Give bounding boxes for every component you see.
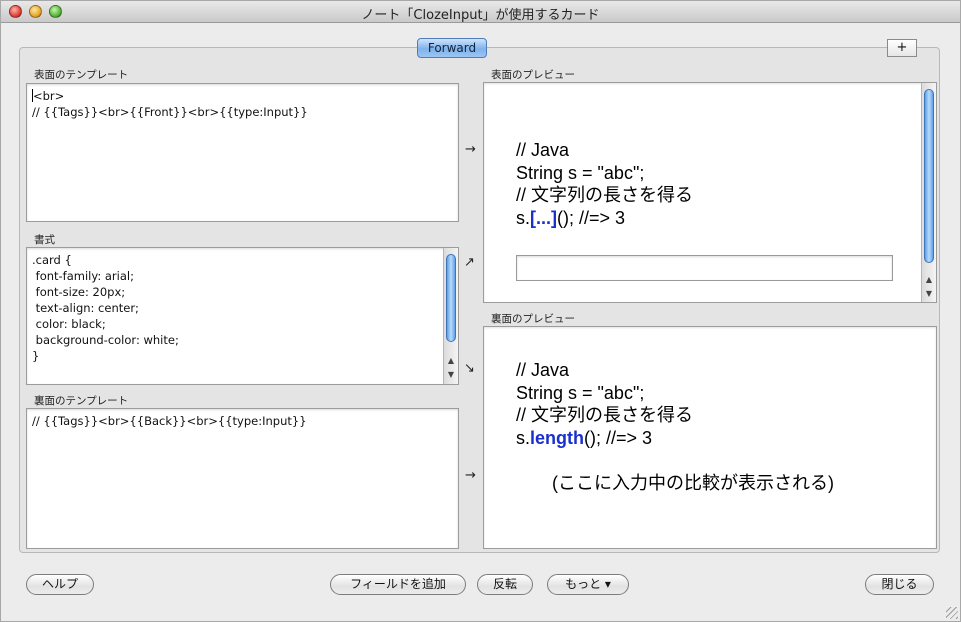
styling-label: 書式 xyxy=(34,234,55,246)
styling-editor[interactable]: .card { font-family: arial; font-size: 2… xyxy=(26,247,459,385)
styling-down-arrow-icon: ↘ xyxy=(464,361,475,376)
title-bar: ノート「ClozeInput」が使用するカード xyxy=(1,1,960,23)
resize-grip-icon[interactable] xyxy=(946,607,958,619)
styling-line: } xyxy=(32,349,40,363)
styling-line: .card { xyxy=(32,253,72,267)
scroll-up-arrow-icon[interactable]: ▲ xyxy=(922,273,936,286)
back-template-line: // {{Tags}}<br>{{Back}}<br>{{type:Input}… xyxy=(32,414,307,428)
front-template-line: <br> xyxy=(32,89,65,103)
comparison-note: (ここに入力中の比較が表示される) xyxy=(552,473,834,493)
styling-scroll-thumb[interactable] xyxy=(446,254,456,342)
preview-line: // 文字列の長さを得る xyxy=(516,185,694,205)
styling-scrollbar[interactable]: ▲ ▼ xyxy=(443,248,458,384)
back-template-label: 裏面のテンプレート xyxy=(34,395,129,407)
type-answer-input[interactable] xyxy=(516,255,893,281)
front-template-line: // {{Tags}}<br>{{Front}}<br>{{type:Input… xyxy=(32,105,308,119)
styling-line: text-align: center; xyxy=(32,301,139,315)
preview-line: String s = "abc"; xyxy=(516,382,645,403)
more-button[interactable]: もっと ▾ xyxy=(547,574,629,595)
window-title: ノート「ClozeInput」が使用するカード xyxy=(361,8,600,23)
preview-line: s.length(); //=> 3 xyxy=(516,427,653,448)
styling-line: color: black; xyxy=(32,317,106,331)
cloze-answer: length xyxy=(530,427,585,448)
help-button[interactable]: ヘルプ xyxy=(26,574,94,595)
back-template-editor[interactable]: // {{Tags}}<br>{{Back}}<br>{{type:Input}… xyxy=(26,408,459,549)
front-preview-pane: // Java String s = "abc"; // 文字列の長さを得る s… xyxy=(483,82,937,303)
scroll-up-arrow-icon[interactable]: ▲ xyxy=(444,354,458,367)
card-types-window: ノート「ClozeInput」が使用するカード Forward + 表面のテンプ… xyxy=(0,0,961,622)
flip-button[interactable]: 反転 xyxy=(477,574,533,595)
add-card-type-button[interactable]: + xyxy=(887,39,917,57)
close-button[interactable]: 閉じる xyxy=(865,574,934,595)
front-preview-label: 表面のプレビュー xyxy=(491,69,575,81)
front-arrow-icon: → xyxy=(465,142,476,157)
styling-line: font-size: 20px; xyxy=(32,285,126,299)
front-preview-scroll-thumb[interactable] xyxy=(924,89,934,263)
preview-line: // 文字列の長さを得る xyxy=(516,405,694,425)
scroll-down-arrow-icon[interactable]: ▼ xyxy=(922,287,936,300)
styling-line: font-family: arial; xyxy=(32,269,134,283)
preview-line: // Java xyxy=(516,140,570,160)
cloze-placeholder: [...] xyxy=(530,207,558,228)
preview-line: // Java xyxy=(516,360,570,380)
front-template-label: 表面のテンプレート xyxy=(34,69,129,81)
preview-line: String s = "abc"; xyxy=(516,162,645,183)
add-field-button[interactable]: フィールドを追加 xyxy=(330,574,466,595)
front-preview-content: // Java String s = "abc"; // 文字列の長さを得る s… xyxy=(516,139,693,229)
front-preview-scrollbar[interactable]: ▲ ▼ xyxy=(921,83,936,302)
back-preview-content: // Java String s = "abc"; // 文字列の長さを得る s… xyxy=(516,359,693,449)
tab-forward[interactable]: Forward xyxy=(417,38,487,58)
styling-up-arrow-icon: ↗ xyxy=(464,255,475,270)
styling-line: background-color: white; xyxy=(32,333,179,347)
back-preview-label: 裏面のプレビュー xyxy=(491,313,575,325)
preview-line: s.[...](); //=> 3 xyxy=(516,207,626,228)
scroll-down-arrow-icon[interactable]: ▼ xyxy=(444,368,458,381)
front-template-editor[interactable]: <br> // {{Tags}}<br>{{Front}}<br>{{type:… xyxy=(26,83,459,222)
back-preview-pane: // Java String s = "abc"; // 文字列の長さを得る s… xyxy=(483,326,937,549)
back-arrow-icon: → xyxy=(465,468,476,483)
